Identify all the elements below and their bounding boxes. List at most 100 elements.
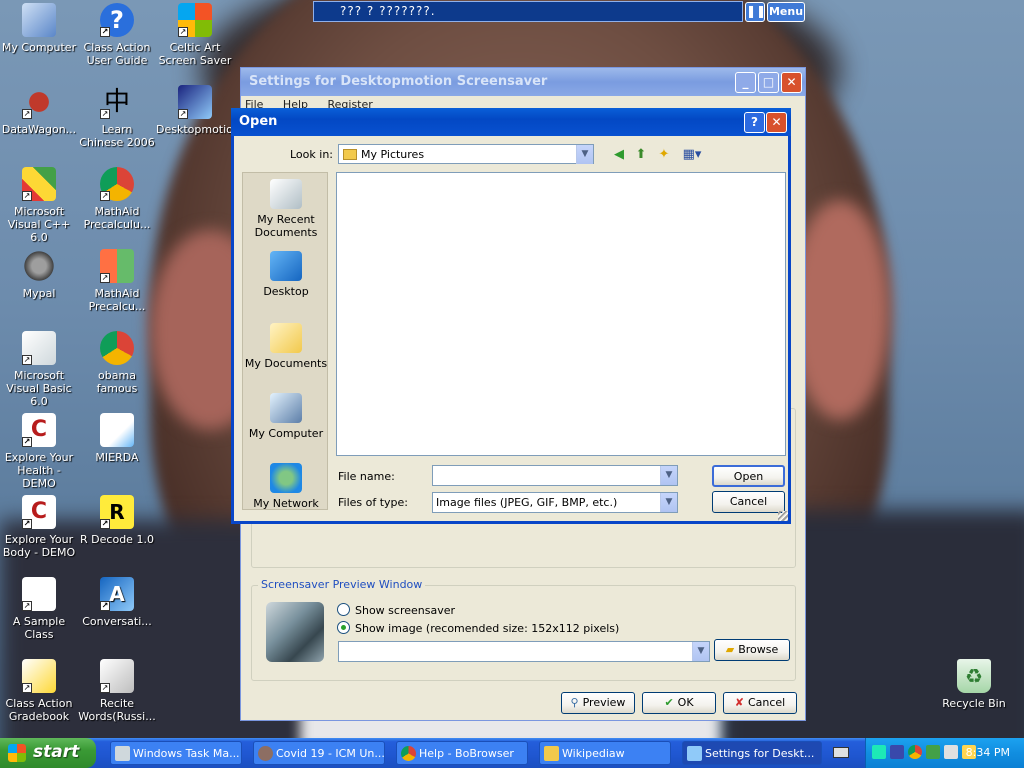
- recycle-bin-icon: ♻: [957, 659, 991, 693]
- close-button[interactable]: ✕: [766, 112, 787, 133]
- top-toolbar-text: ??? ? ???????.: [340, 4, 436, 18]
- conversation-icon: A ↗: [100, 577, 134, 611]
- browse-button[interactable]: ▰ Browse: [714, 639, 790, 661]
- taskbar-task[interactable]: Windows Task Ma...: [110, 741, 242, 765]
- files-of-type-combo[interactable]: Image files (JPEG, GIF, BMP, etc.) ▼: [432, 492, 678, 513]
- ok-button[interactable]: ✔ OK: [642, 692, 716, 714]
- monitor-icon: ↗: [178, 85, 212, 119]
- close-button[interactable]: ✕: [781, 72, 802, 93]
- look-in-combo[interactable]: My Pictures ▼: [338, 144, 594, 164]
- taskbar-task[interactable]: Wikipediaw: [539, 741, 671, 765]
- desktop-icon-obama-famous[interactable]: obama famous: [78, 331, 156, 395]
- tray-app-icon[interactable]: [872, 745, 886, 759]
- file-list[interactable]: [336, 172, 786, 456]
- place-desktop[interactable]: Desktop: [243, 251, 329, 298]
- network-icon[interactable]: [944, 745, 958, 759]
- chinese-character-icon: 中 ↗: [100, 87, 130, 119]
- help-icon: ? ↗: [100, 3, 134, 37]
- folder-icon: ▰: [725, 643, 735, 656]
- document-icon: [100, 413, 134, 447]
- x-icon: ✘: [734, 696, 744, 709]
- windows-logo-icon: ↗: [178, 3, 212, 37]
- visual-basic-icon: ↗: [22, 331, 56, 365]
- show-image-radio[interactable]: Show image (recomended size: 152x112 pix…: [337, 621, 619, 635]
- taskbar-task[interactable]: Help - BoBrowser: [396, 741, 528, 765]
- explore-app-icon: C ↗: [22, 495, 56, 529]
- new-folder-icon[interactable]: ✦: [655, 146, 673, 164]
- desktop-icon-datawagon[interactable]: ↗ DataWagon...: [0, 85, 78, 136]
- my-documents-icon: [270, 323, 302, 353]
- image-path-combo[interactable]: ▼: [338, 641, 710, 662]
- help-button[interactable]: ?: [744, 112, 765, 133]
- chevron-down-icon[interactable]: ▼: [692, 642, 709, 661]
- settings-window-title: Settings for Desktopmotion Screensaver: [249, 74, 548, 89]
- desktop-icon-conversation[interactable]: A ↗ Conversati...: [78, 577, 156, 628]
- desktop-icon-recycle-bin[interactable]: ♻ Recycle Bin: [935, 659, 1013, 710]
- back-icon[interactable]: ◀: [610, 146, 628, 164]
- resize-grip-icon[interactable]: [778, 511, 788, 521]
- system-tray: 8:34 PM: [865, 738, 1024, 768]
- files-of-type-label: Files of type:: [338, 496, 409, 509]
- place-my-network[interactable]: My Network: [243, 463, 329, 510]
- desktop-icon: [270, 251, 302, 281]
- chrome-icon[interactable]: [908, 745, 922, 759]
- desktop-icon-sample-class[interactable]: ↗ A Sample Class: [0, 577, 78, 641]
- desktop-icon-desktopmotion[interactable]: ↗ Desktopmotion: [156, 85, 240, 136]
- camcorder-icon: [266, 602, 324, 662]
- desktop-icon-r-decode[interactable]: R ↗ R Decode 1.0: [78, 495, 156, 546]
- clock[interactable]: 8:34 PM: [966, 746, 1010, 759]
- maximize-button[interactable]: □: [758, 72, 779, 93]
- preview-button[interactable]: ⚲ Preview: [561, 692, 635, 714]
- chevron-down-icon[interactable]: ▼: [660, 493, 677, 512]
- start-button[interactable]: start: [0, 738, 96, 768]
- desktop-icon-learn-chinese[interactable]: 中 ↗ Learn Chinese 2006: [78, 85, 156, 149]
- open-dialog-titlebar[interactable]: Open: [231, 108, 791, 136]
- task-manager-icon: [115, 746, 130, 761]
- mathaid-icon: ↗: [100, 249, 134, 283]
- settings-titlebar[interactable]: Settings for Desktopmotion Screensaver: [241, 68, 805, 96]
- chevron-down-icon[interactable]: ▼: [576, 145, 593, 164]
- top-toolbar: ??? ? ???????.: [313, 1, 743, 22]
- cancel-button[interactable]: Cancel: [712, 491, 785, 513]
- raccoon-icon: [22, 249, 56, 283]
- desktop-icon-explore-body[interactable]: C ↗ Explore Your Body - DEMO: [0, 495, 78, 559]
- desktop-icon-recite-words[interactable]: ↗ Recite Words(Russi...: [78, 659, 156, 723]
- views-menu-icon[interactable]: ▦▾: [680, 146, 704, 164]
- open-button[interactable]: Open: [712, 465, 785, 487]
- desktop-icon-mypal[interactable]: Mypal: [0, 249, 78, 300]
- desktop-icon-celtic-art[interactable]: ↗ Celtic Art Screen Saver: [156, 3, 234, 67]
- desktop-icon-mathaid-1[interactable]: ↗ MathAid Precalculu...: [78, 167, 156, 231]
- file-name-combo[interactable]: ▼: [432, 465, 678, 486]
- pause-button[interactable]: ❚❚: [745, 2, 766, 22]
- place-my-computer[interactable]: My Computer: [243, 393, 329, 440]
- keyboard-icon[interactable]: [833, 747, 849, 758]
- tray-app-icon[interactable]: [890, 745, 904, 759]
- desktop-icon-mierda[interactable]: MIERDA: [78, 413, 156, 464]
- cancel-button[interactable]: ✘ Cancel: [723, 692, 797, 714]
- desktop-icon-visual-basic[interactable]: ↗ Microsoft Visual Basic 6.0: [0, 331, 78, 408]
- file-name-label: File name:: [338, 470, 395, 483]
- place-my-documents[interactable]: My Documents: [243, 323, 329, 370]
- browser-icon: [258, 746, 273, 761]
- recent-documents-icon: [270, 179, 302, 209]
- menu-button[interactable]: Menu: [767, 2, 805, 22]
- tray-app-icon[interactable]: [926, 745, 940, 759]
- minimize-button[interactable]: _: [735, 72, 756, 93]
- chrome-icon: [100, 331, 134, 365]
- preview-groupbox: Screensaver Preview Window Show screensa…: [251, 578, 796, 681]
- show-screensaver-radio[interactable]: Show screensaver: [337, 603, 455, 617]
- up-folder-icon[interactable]: ⬆: [632, 146, 650, 164]
- chevron-down-icon[interactable]: ▼: [660, 466, 677, 485]
- settings-app-icon: [687, 746, 702, 761]
- desktop-icon-mathaid-2[interactable]: ↗ MathAid Precalcu...: [78, 249, 156, 313]
- taskbar-task-active[interactable]: Settings for Deskt...: [682, 741, 822, 765]
- desktop-icon-class-action-user-guide[interactable]: ? ↗ Class Action User Guide: [78, 3, 156, 67]
- magnifier-icon: ⚲: [570, 696, 579, 709]
- desktop-icon-explore-health[interactable]: C ↗ Explore Your Health - DEMO: [0, 413, 78, 490]
- taskbar-task[interactable]: Covid 19 - ICM Un...: [253, 741, 385, 765]
- place-my-recent-documents[interactable]: My Recent Documents: [243, 179, 329, 239]
- desktop-icon-class-action-gradebook[interactable]: ↗ Class Action Gradebook: [0, 659, 78, 723]
- chrome-icon: [401, 746, 416, 761]
- desktop-icon-my-computer[interactable]: My Computer: [0, 3, 78, 54]
- desktop-icon-visual-cpp[interactable]: ↗ Microsoft Visual C++ 6.0: [0, 167, 78, 244]
